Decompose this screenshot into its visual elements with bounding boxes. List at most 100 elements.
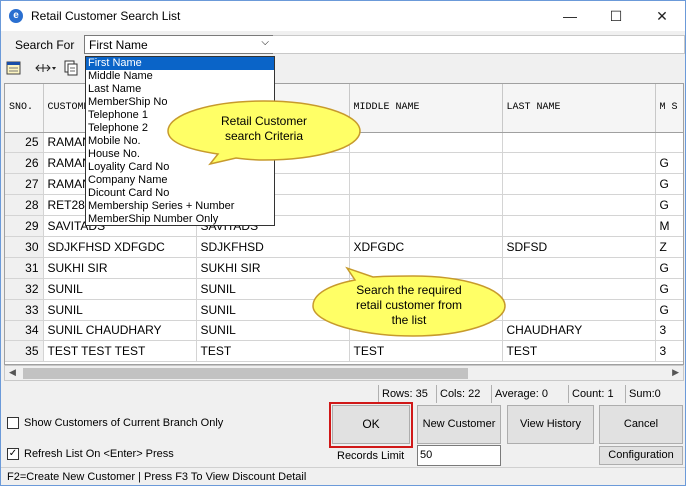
table-row[interactable]: 30 SDJKFHSD XDFGDC SDJKFHSD XDFGDC SDFSD Z: [5, 236, 683, 258]
chevron-down-icon: ⌵: [261, 37, 269, 48]
column-width-icon[interactable]: [34, 60, 56, 76]
table-cell[interactable]: G: [655, 194, 683, 217]
dropdown-option[interactable]: Dicount Card No: [86, 187, 274, 200]
table-cell[interactable]: [502, 132, 656, 154]
table-cell[interactable]: SUNIL: [43, 278, 197, 300]
row-number-cell[interactable]: 35: [5, 340, 44, 363]
new-customer-button[interactable]: New Customer: [417, 405, 501, 444]
count-stat: Count: 1: [568, 385, 617, 403]
table-cell[interactable]: SUNIL: [43, 299, 197, 321]
records-limit-label: Records Limit: [337, 450, 405, 462]
table-cell[interactable]: [502, 257, 656, 279]
row-number-cell[interactable]: 29: [5, 215, 44, 237]
horizontal-scrollbar[interactable]: ◀ ▶: [4, 365, 684, 381]
scroll-right-icon[interactable]: ▶: [672, 367, 679, 378]
close-button[interactable]: ✕: [639, 1, 685, 31]
table-cell[interactable]: 3: [655, 340, 683, 363]
search-criteria-select[interactable]: First Name ⌵: [84, 35, 274, 54]
table-cell[interactable]: TEST: [502, 340, 656, 363]
cols-stat: Cols: 22: [436, 385, 483, 403]
column-header[interactable]: LAST NAME: [502, 84, 656, 133]
refresh-on-enter-label: Refresh List On <Enter> Press: [24, 448, 174, 460]
dropdown-option[interactable]: First Name: [86, 57, 274, 70]
maximize-button[interactable]: ☐: [593, 1, 639, 31]
dropdown-option[interactable]: Middle Name: [86, 70, 274, 83]
criteria-callout: Retail Customer search Criteria: [164, 97, 364, 167]
minimize-button[interactable]: —: [547, 1, 593, 31]
table-cell[interactable]: SUKHI SIR: [43, 257, 197, 279]
table-cell[interactable]: G: [655, 152, 683, 175]
table-cell[interactable]: [502, 278, 656, 300]
table-cell[interactable]: SDJKFHSD: [196, 236, 350, 258]
dropdown-option[interactable]: Last Name: [86, 83, 274, 96]
table-cell[interactable]: Z: [655, 236, 683, 258]
row-number-cell[interactable]: 34: [5, 320, 44, 342]
table-cell[interactable]: [349, 215, 503, 237]
retail-customer-search-window: e Retail Customer Search List — ☐ ✕ Sear…: [0, 0, 686, 486]
table-cell[interactable]: M: [655, 215, 683, 237]
column-header[interactable]: SNO.: [5, 84, 44, 133]
view-history-button[interactable]: View History: [507, 405, 594, 444]
row-number-cell[interactable]: 31: [5, 257, 44, 279]
dropdown-option[interactable]: Membership Series + Number: [86, 200, 274, 213]
title-bar: e Retail Customer Search List — ☐ ✕: [1, 1, 685, 31]
table-cell[interactable]: SUNIL CHAUDHARY: [43, 320, 197, 342]
row-number-cell[interactable]: 30: [5, 236, 44, 258]
sum-stat: Sum:0: [625, 385, 664, 403]
table-cell[interactable]: [502, 299, 656, 321]
window-title: Retail Customer Search List: [31, 9, 181, 23]
average-stat: Average: 0: [491, 385, 551, 403]
table-cell[interactable]: SDFSD: [502, 236, 656, 258]
table-cell[interactable]: [349, 173, 503, 196]
column-header[interactable]: MIDDLE NAME: [349, 84, 503, 133]
table-cell[interactable]: SDJKFHSD XDFGDC: [43, 236, 197, 258]
scroll-thumb[interactable]: [23, 368, 468, 379]
show-branch-checkbox[interactable]: [7, 417, 19, 429]
table-cell[interactable]: 3: [655, 320, 683, 342]
table-cell[interactable]: TEST: [349, 340, 503, 363]
search-callout-text: Search the required retail customer from…: [355, 283, 463, 327]
table-cell[interactable]: [502, 215, 656, 237]
search-criteria-value: First Name: [89, 38, 148, 52]
table-cell[interactable]: CHAUDHARY: [502, 320, 656, 342]
configuration-button[interactable]: Configuration: [599, 446, 683, 465]
table-cell[interactable]: [349, 132, 503, 154]
table-cell[interactable]: G: [655, 257, 683, 279]
criteria-callout-text: Retail Customer search Criteria: [220, 114, 308, 143]
table-cell[interactable]: G: [655, 278, 683, 300]
table-cell[interactable]: TEST TEST TEST: [43, 340, 197, 363]
table-cell[interactable]: [502, 173, 656, 196]
app-icon: e: [9, 9, 23, 23]
table-cell[interactable]: XDFGDC: [349, 236, 503, 258]
scroll-left-icon[interactable]: ◀: [9, 367, 16, 378]
row-number-cell[interactable]: 33: [5, 299, 44, 321]
dropdown-option[interactable]: MemberShip Number Only: [86, 213, 274, 226]
records-limit-input[interactable]: 50: [417, 445, 501, 466]
table-cell[interactable]: [349, 194, 503, 217]
table-row[interactable]: 35 TEST TEST TEST TEST TEST TEST 3: [5, 340, 683, 363]
row-number-cell[interactable]: 26: [5, 152, 44, 175]
table-cell[interactable]: [655, 132, 683, 154]
refresh-on-enter-checkbox[interactable]: ✓: [7, 448, 19, 460]
row-number-cell[interactable]: 27: [5, 173, 44, 196]
table-cell[interactable]: TEST: [196, 340, 350, 363]
search-input[interactable]: [273, 35, 685, 54]
cancel-button[interactable]: Cancel: [599, 405, 683, 444]
search-bar: Search For First Name ⌵: [1, 31, 685, 57]
table-cell[interactable]: G: [655, 173, 683, 196]
copy-icon[interactable]: [63, 60, 79, 76]
row-number-cell[interactable]: 28: [5, 194, 44, 217]
table-cell[interactable]: G: [655, 299, 683, 321]
show-branch-label: Show Customers of Current Branch Only: [24, 417, 224, 429]
ok-button[interactable]: OK: [332, 405, 410, 444]
row-number-cell[interactable]: 25: [5, 132, 44, 154]
export-icon[interactable]: [6, 60, 22, 76]
table-cell[interactable]: [502, 152, 656, 175]
search-for-label: Search For: [15, 38, 75, 52]
column-header[interactable]: M S: [655, 84, 683, 133]
table-cell[interactable]: [349, 152, 503, 175]
dropdown-option[interactable]: Company Name: [86, 174, 274, 187]
rows-stat: Rows: 35: [378, 385, 431, 403]
table-cell[interactable]: [502, 194, 656, 217]
row-number-cell[interactable]: 32: [5, 278, 44, 300]
